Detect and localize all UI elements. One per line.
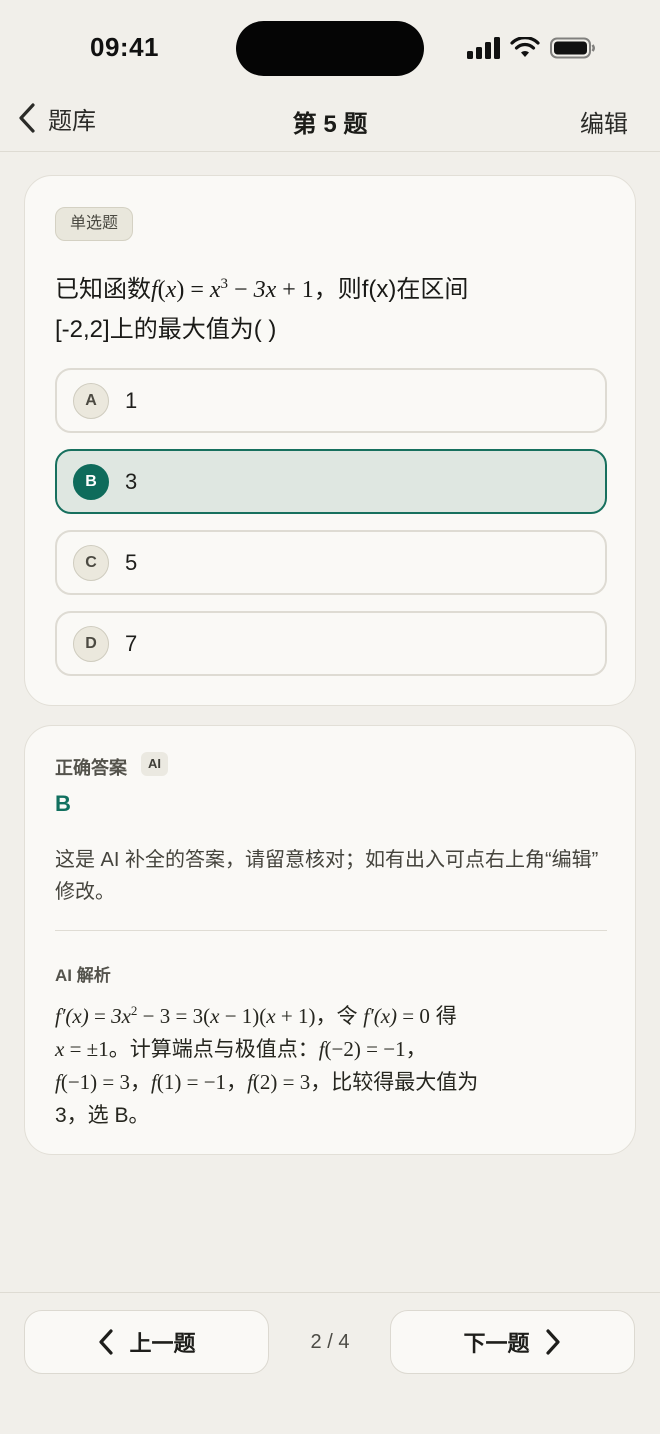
correct-answer-label: 正确答案: [55, 758, 127, 778]
option-text: 1: [125, 387, 138, 413]
bottom-pager: 上一题 2 / 4 下一题: [0, 1292, 660, 1434]
analysis-text: f′(x) = 3x2 − 3 = 3(x − 1)(x + 1)，令 f′(x…: [55, 1003, 479, 1127]
question-type-badge: 单选题: [55, 207, 134, 241]
page-title: 第 5 题: [292, 111, 368, 138]
option-letter: A: [73, 382, 109, 419]
correct-answer-value: B: [55, 791, 71, 816]
edit-button[interactable]: 编辑: [580, 104, 628, 139]
next-question-label: 下一题: [463, 1331, 530, 1356]
option-text: 7: [125, 630, 138, 656]
question-formula: f(x) = x3 − 3x + 1: [151, 276, 314, 303]
question-suffix: ，则f(x)在区间: [313, 276, 469, 303]
analysis-label: AI 解析: [55, 966, 111, 985]
battery-icon: [550, 37, 595, 59]
status-time: 09:41: [90, 32, 159, 62]
chevron-right-icon: [545, 1329, 560, 1355]
option-letter: D: [73, 625, 109, 662]
status-bar: 09:41: [0, 0, 660, 96]
option-letter: C: [73, 544, 109, 581]
question-line-2: [-2,2]上的最大值为( ): [55, 316, 277, 343]
navigation-bar: 题库 第 5 题 编辑: [0, 96, 660, 152]
ai-badge: AI: [141, 752, 168, 776]
question-text: 已知函数f(x) = x3 − 3x + 1，则f(x)在区间 [-2,2]上的…: [55, 264, 595, 350]
answer-note: 这是 AI 补全的答案，请留意核对；如有出入可点右上角“编辑” 修改。: [55, 849, 599, 903]
option-text: 5: [125, 549, 138, 575]
option-letter: B: [73, 463, 109, 500]
divider: [55, 930, 607, 931]
status-icons: [466, 36, 596, 60]
option-d[interactable]: D 7: [55, 611, 607, 676]
cellular-signal-icon: [467, 37, 500, 59]
next-question-button[interactable]: 下一题: [390, 1310, 635, 1374]
option-text: 3: [125, 468, 138, 494]
option-b[interactable]: B 3: [55, 449, 607, 514]
dynamic-island: [236, 21, 424, 76]
wifi-icon: [510, 37, 540, 57]
option-c[interactable]: C 5: [55, 530, 607, 595]
option-a[interactable]: A 1: [55, 368, 607, 433]
question-card: 单选题 已知函数f(x) = x3 − 3x + 1，则f(x)在区间 [-2,…: [24, 175, 636, 706]
answer-card: 正确答案 AI B 这是 AI 补全的答案，请留意核对；如有出入可点右上角“编辑…: [24, 725, 636, 1155]
analysis-formula: f′(x) = 3x2 − 3 = 3(x − 1)(x + 1): [55, 1003, 316, 1028]
question-prefix: 已知函数: [55, 276, 151, 303]
